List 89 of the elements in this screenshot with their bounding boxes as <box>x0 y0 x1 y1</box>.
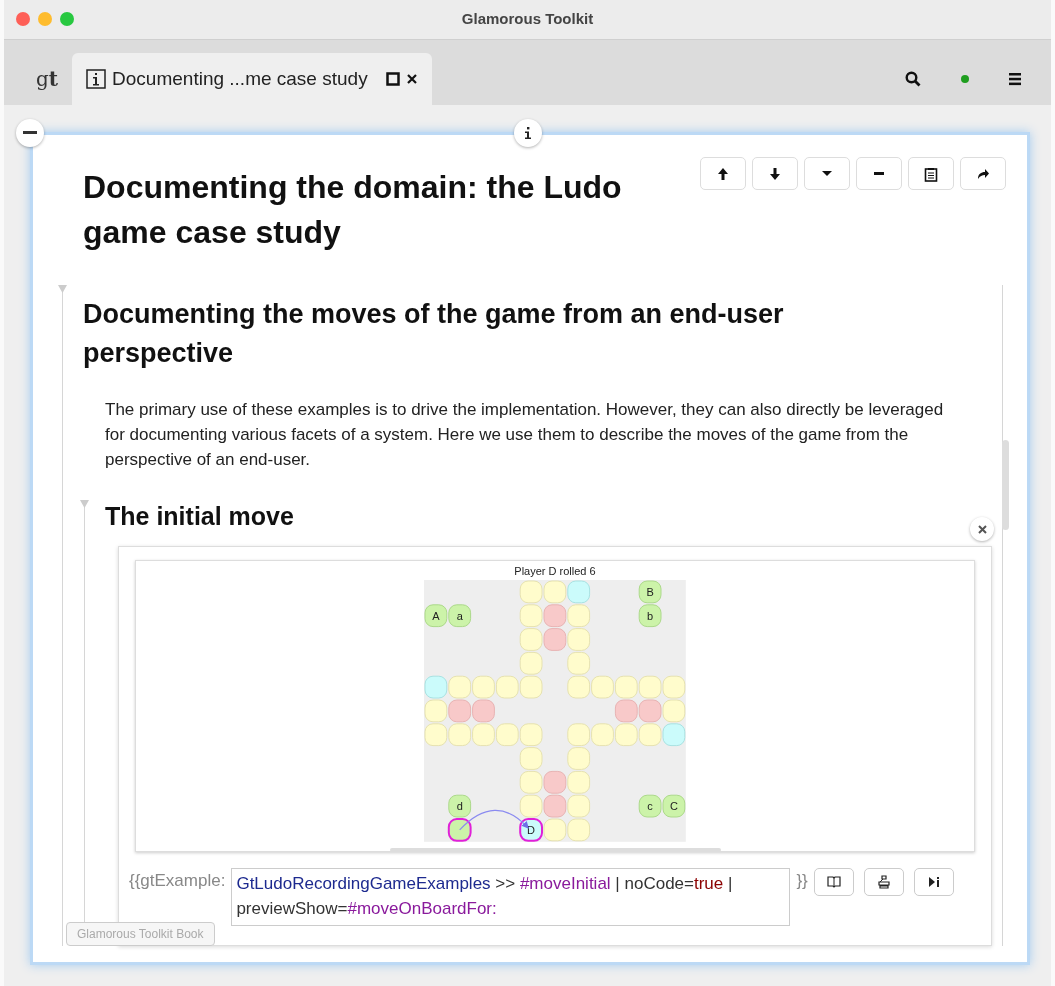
board-field <box>567 770 591 794</box>
board-field <box>424 723 448 747</box>
close-window-button[interactable] <box>16 12 30 26</box>
document-icon <box>86 69 107 89</box>
board-caption: Player D rolled 6 <box>514 564 596 578</box>
printer-icon <box>876 875 891 889</box>
scrollbar[interactable] <box>1002 440 1009 530</box>
board-field <box>543 818 567 842</box>
board-field <box>662 723 686 747</box>
caret-down-icon <box>822 171 832 176</box>
snippet-prefix: {{gtExample: <box>129 870 226 892</box>
info-button[interactable] <box>514 119 542 147</box>
board-field <box>615 675 638 699</box>
info-icon <box>524 127 532 139</box>
subsection-heading: The initial move <box>105 501 294 532</box>
board-field <box>519 747 543 770</box>
board-field <box>519 794 543 818</box>
board-field <box>543 770 567 794</box>
play-info-icon <box>926 875 941 889</box>
board-field <box>567 628 591 651</box>
book-button[interactable] <box>813 868 854 896</box>
board-field <box>615 723 638 747</box>
board-field <box>615 699 638 723</box>
game-piece: C <box>662 794 686 818</box>
game-piece: d <box>448 794 472 818</box>
board-field <box>472 699 495 723</box>
share-button[interactable] <box>960 157 1006 190</box>
minus-icon <box>874 172 884 175</box>
code-editor[interactable]: GtLudoRecordingGameExamples >> #moveInitial | noCode=true | previewShow=#moveOnBoardFor: <box>231 868 791 926</box>
search-icon[interactable] <box>905 71 921 87</box>
home-tab[interactable]: gt <box>22 53 73 105</box>
board-field <box>519 580 543 604</box>
board-field <box>519 628 543 651</box>
close-icon <box>977 524 987 534</box>
window-title: Glamorous Toolkit <box>461 9 594 30</box>
board-field <box>567 747 591 770</box>
clipboard-icon <box>924 165 938 182</box>
clipboard-button[interactable] <box>908 157 954 190</box>
board-field <box>519 651 543 675</box>
book-icon <box>826 875 841 889</box>
board-field <box>662 699 686 723</box>
board-field <box>543 628 567 651</box>
close-icon[interactable] <box>405 73 418 85</box>
board-field <box>591 723 614 747</box>
game-piece: c <box>638 794 662 818</box>
board-field <box>448 675 472 699</box>
body-paragraph: The primary use of these examples is to drive the implementation. However, they can also directly be leveraged for documenting various facets of a system. Here we use them to describe the moves of the game from the perspective of an end-user. <box>105 399 945 471</box>
maximize-icon[interactable] <box>385 72 400 86</box>
board-field <box>448 699 472 723</box>
board-field <box>543 580 567 604</box>
board-field <box>424 699 448 723</box>
board-field <box>543 604 567 628</box>
game-piece: b <box>638 604 662 628</box>
game-piece: B <box>638 580 662 604</box>
collapse-button[interactable] <box>16 119 44 147</box>
section-heading: Documenting the moves of the game from an end-user perspective <box>83 298 785 370</box>
minus-icon <box>23 131 37 135</box>
board-field <box>591 675 614 699</box>
board-field <box>496 675 519 699</box>
board-field <box>567 675 591 699</box>
board-field <box>472 675 495 699</box>
move-up-button[interactable] <box>700 157 746 190</box>
game-piece: A <box>424 604 448 628</box>
board-field <box>567 651 591 675</box>
board-field <box>638 675 662 699</box>
board-field <box>472 723 495 747</box>
status-dot-icon <box>961 75 969 83</box>
board-field <box>496 723 519 747</box>
snippet-suffix: }} <box>796 870 808 892</box>
board-field <box>638 723 662 747</box>
board-field <box>519 723 543 747</box>
board-field <box>567 580 591 604</box>
board-field <box>519 675 543 699</box>
inspect-button[interactable] <box>863 868 904 896</box>
menu-icon[interactable] <box>1009 72 1021 86</box>
board-field <box>567 818 591 842</box>
page-tab[interactable]: Documenting ...me case study <box>72 53 432 105</box>
page-title: Documenting the domain: the Ludo game case study <box>83 168 623 252</box>
move-down-button[interactable] <box>752 157 798 190</box>
board-field <box>662 675 686 699</box>
move-arrow <box>459 809 530 831</box>
board-field <box>519 770 543 794</box>
board-field <box>543 794 567 818</box>
board-field <box>567 794 591 818</box>
run-inspect-button[interactable] <box>913 868 954 896</box>
board-field <box>519 604 543 628</box>
arrow-down-icon <box>768 165 782 182</box>
board-field <box>638 699 662 723</box>
board-field <box>424 675 448 699</box>
